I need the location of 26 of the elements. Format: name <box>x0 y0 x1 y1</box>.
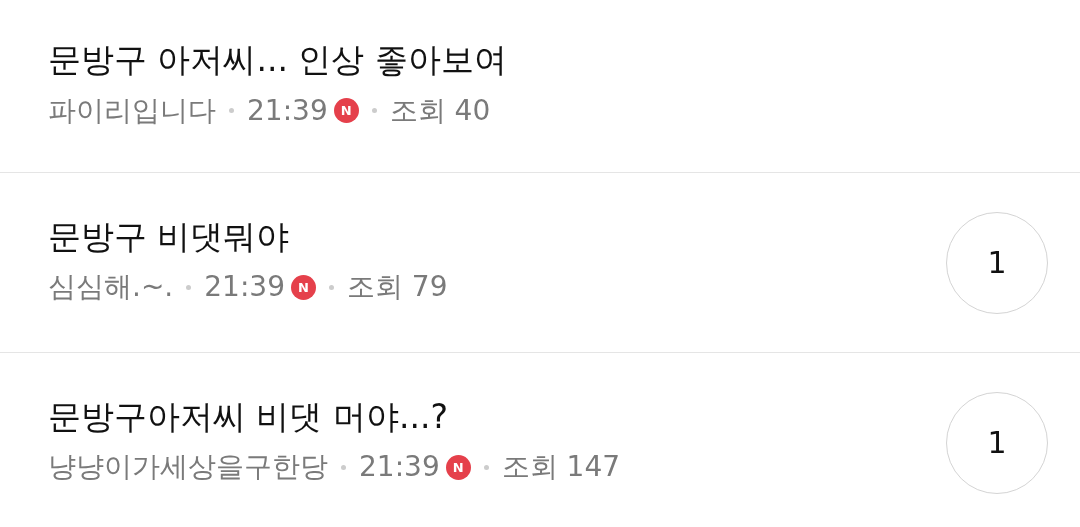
author-name: 냥냥이가세상을구한당 <box>48 449 328 486</box>
separator-dot <box>328 284 334 290</box>
view-count: 조회 40 <box>389 92 491 129</box>
view-count: 조회 147 <box>501 449 621 486</box>
separator-dot <box>341 464 346 470</box>
new-badge: N <box>290 274 316 300</box>
separator-dot <box>186 284 192 290</box>
post-time: 21:39 <box>204 269 285 306</box>
separator-dot <box>371 108 377 114</box>
author-name: 파이리입니다 <box>48 92 216 129</box>
separator-dot <box>229 108 234 114</box>
post-title[interactable]: 문방구 아저씨... 인상 좋아보여 <box>48 40 507 80</box>
post-row[interactable]: 문방구 비댓뭐야 심심해.~. 21:39 N 조회 79 1 <box>0 173 1080 353</box>
author-name: 심심해.~. <box>48 269 174 306</box>
post-title[interactable]: 문방구 비댓뭐야 <box>48 216 448 257</box>
post-title[interactable]: 문방구아저씨 비댓 머야...? <box>48 396 621 437</box>
separator-dot <box>483 464 489 470</box>
post-row[interactable]: 문방구아저씨 비댓 머야...? 냥냥이가세상을구한당 21:39 N 조회 147 1 <box>0 353 1080 527</box>
post-row[interactable]: 문방구 아저씨... 인상 좋아보여 파이리입니다 21:39 N 조회 40 <box>0 0 1080 173</box>
post-time: 21:39 <box>359 449 440 486</box>
comment-count[interactable]: 1 <box>946 391 1048 494</box>
comment-count[interactable]: 1 <box>946 211 1048 314</box>
new-badge: N <box>333 98 359 124</box>
post-time: 21:39 <box>247 92 328 129</box>
new-badge: N <box>445 454 471 480</box>
view-count: 조회 79 <box>346 269 448 306</box>
